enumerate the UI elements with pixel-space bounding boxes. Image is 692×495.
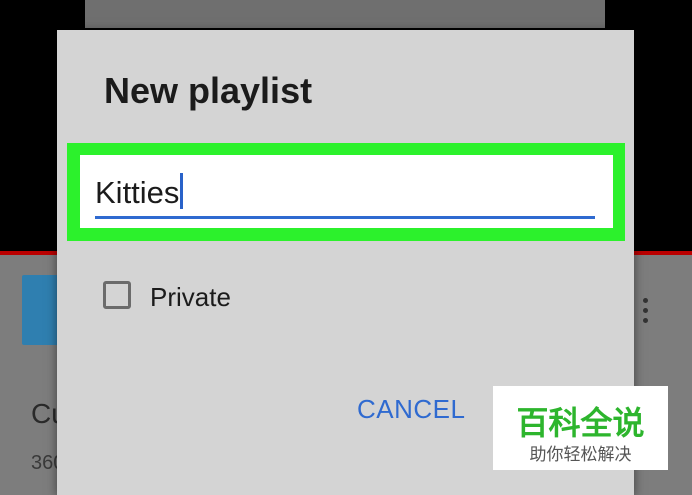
more-vert-icon[interactable] [640, 298, 650, 328]
playlist-name-value: Kitties [95, 175, 180, 210]
private-label[interactable]: Private [150, 282, 231, 313]
watermark-sub-text: 助你轻松解决 [529, 445, 632, 465]
field-underline [95, 216, 595, 219]
cancel-button[interactable]: CANCEL [357, 394, 465, 425]
video-thumbnail [85, 0, 605, 28]
private-checkbox[interactable] [103, 281, 131, 309]
watermark-logo: 百科全说 助你轻松解决 [493, 386, 668, 470]
playlist-name-input[interactable]: Kitties [95, 173, 184, 211]
dialog-title: New playlist [104, 70, 313, 111]
text-cursor [180, 173, 184, 209]
watermark-main-text: 百科全说 [516, 404, 645, 442]
